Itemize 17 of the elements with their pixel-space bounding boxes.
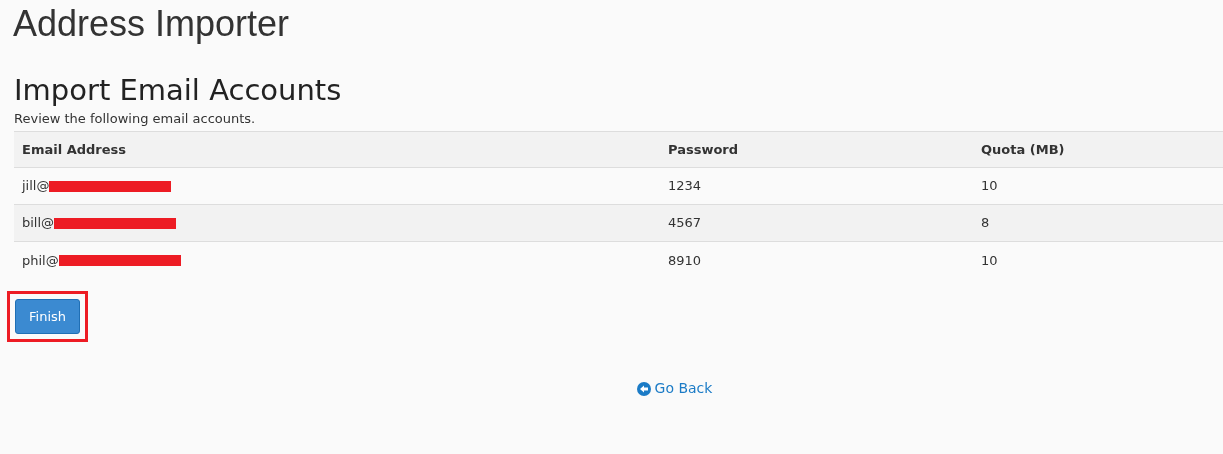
quota-cell: 10	[981, 178, 998, 194]
go-back-link[interactable]: Go Back	[636, 378, 713, 399]
email-cell-text: jill@	[22, 177, 50, 196]
finish-button[interactable]: Finish	[15, 299, 80, 334]
email-cell-text: bill@	[22, 214, 55, 233]
password-cell: 8910	[668, 252, 702, 268]
password-cell: 1234	[668, 178, 702, 194]
column-header: Password	[668, 141, 739, 157]
quota-cell: 10	[981, 252, 998, 268]
section-description: Review the following email accounts.	[14, 110, 256, 128]
column-header: Quota (MB)	[981, 141, 1065, 157]
quota-cell: 8	[981, 215, 990, 231]
section-title: Import Email Accounts	[14, 72, 342, 108]
column-header: Email Address	[22, 141, 126, 157]
email-cell-text: phil@	[22, 251, 59, 270]
password-cell: 4567	[668, 215, 702, 231]
page-title: Address Importer	[13, 2, 290, 46]
